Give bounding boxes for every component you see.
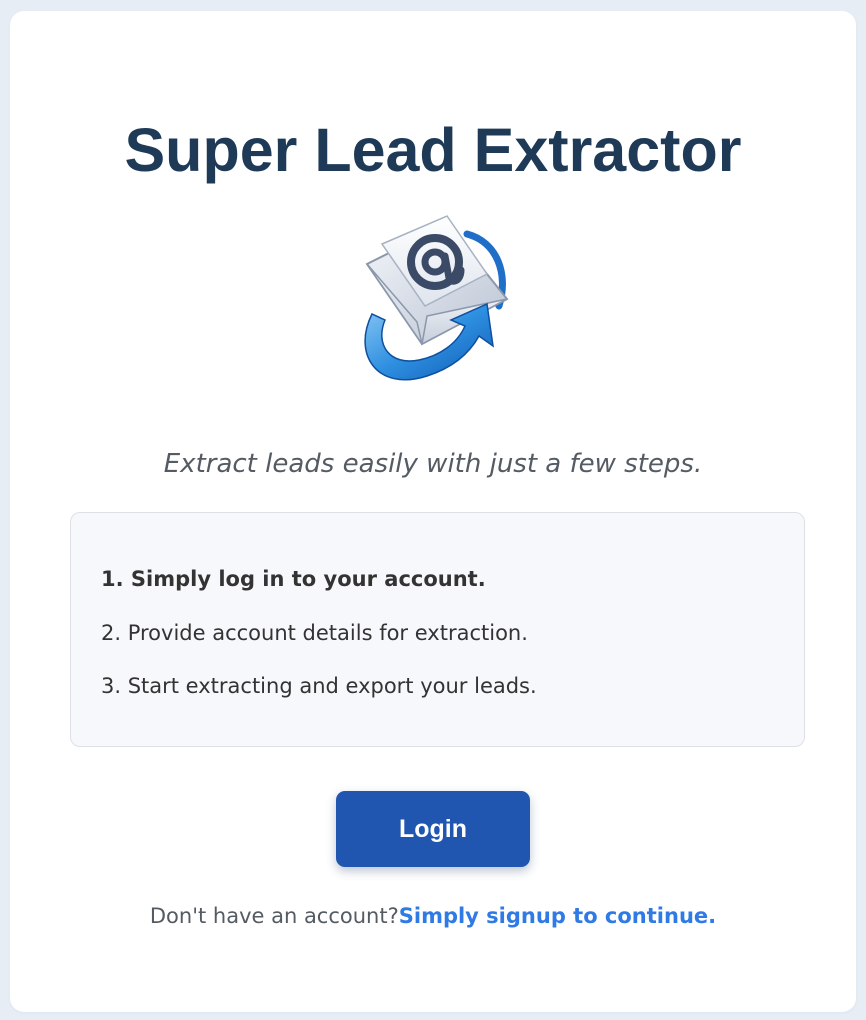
step-1: 1. Simply log in to your account. — [101, 567, 486, 591]
page-title: Super Lead Extractor — [124, 116, 742, 184]
login-button[interactable]: Login — [336, 791, 530, 867]
tagline: Extract leads easily with just a few ste… — [163, 449, 703, 479]
step-3: 3. Start extracting and export your lead… — [101, 674, 537, 698]
login-card: Super Lead Extractor Extract leads easil… — [10, 11, 856, 1012]
step-2: 2. Provide account details for extractio… — [101, 621, 528, 645]
signup-prompt-line: Don't have an account?Simply signup to c… — [10, 901, 856, 931]
signup-link[interactable]: Simply signup to continue. — [399, 904, 716, 928]
email-envelope-at-icon — [364, 215, 509, 381]
signup-prompt-text: Don't have an account? — [149, 904, 399, 928]
steps-panel: 1. Simply log in to your account. 2. Pro… — [70, 512, 805, 747]
